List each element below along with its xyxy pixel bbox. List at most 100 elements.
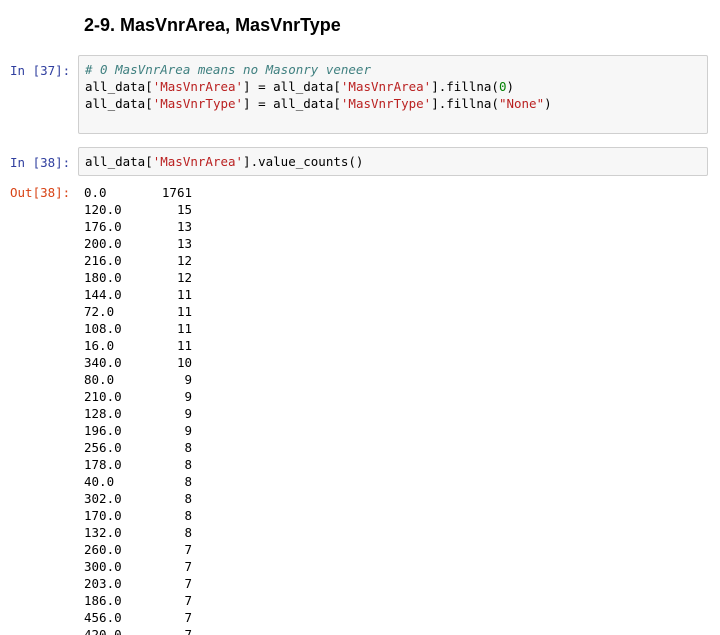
code-line: all_data['MasVnrArea'] = all_data['MasVn…: [85, 78, 701, 95]
value-count-row: 176.0 13: [84, 218, 192, 235]
value-count-row: 216.0 12: [84, 252, 192, 269]
code-token: ): [506, 79, 514, 94]
value-count-row: 186.0 7: [84, 592, 192, 609]
value-count-count: 10: [176, 355, 192, 370]
value-count-count: 7: [184, 627, 192, 635]
value-count-count: 9: [184, 423, 192, 438]
notebook-page: 2-9. MasVnrArea, MasVnrType In [37]: # 0…: [0, 0, 720, 635]
value-count-row: 456.0 7: [84, 609, 192, 626]
code-token: ] = all_data[: [243, 96, 341, 111]
value-count-row: 340.0 10: [84, 354, 192, 371]
value-count-key: 132.0: [84, 525, 122, 540]
code-cell-38[interactable]: all_data['MasVnrArea'].value_counts(): [78, 147, 708, 176]
value-count-key: 216.0: [84, 253, 122, 268]
value-count-key: 170.0: [84, 508, 122, 523]
code-token: all_data[: [85, 154, 153, 169]
value-count-count: 11: [176, 338, 192, 353]
value-count-key: 210.0: [84, 389, 122, 404]
code-token: ].fillna(: [431, 79, 499, 94]
value-count-count: 7: [184, 593, 192, 608]
value-count-row: 200.0 13: [84, 235, 192, 252]
code-token: all_data[: [85, 96, 153, 111]
value-count-key: 0.0: [84, 185, 107, 200]
value-count-count: 7: [184, 576, 192, 591]
code-token: 'MasVnrArea': [340, 79, 432, 94]
value-count-count: 12: [176, 253, 192, 268]
value-count-key: 120.0: [84, 202, 122, 217]
value-count-row: 128.0 9: [84, 405, 192, 422]
value-count-count: 8: [184, 457, 192, 472]
value-count-key: 456.0: [84, 610, 122, 625]
code-line: all_data['MasVnrType'] = all_data['MasVn…: [85, 95, 701, 112]
value-count-count: 7: [184, 559, 192, 574]
value-count-row: 302.0 8: [84, 490, 192, 507]
code-line: all_data['MasVnrArea'].value_counts(): [85, 153, 701, 170]
value-count-count: 1761: [161, 185, 192, 200]
value-count-count: 12: [176, 270, 192, 285]
value-count-row: 210.0 9: [84, 388, 192, 405]
code-token: 'MasVnrArea': [152, 154, 244, 169]
value-count-key: 176.0: [84, 219, 122, 234]
input-prompt-37: In [37]:: [10, 63, 71, 78]
code-token: 'MasVnrArea': [152, 79, 244, 94]
value-count-count: 9: [184, 406, 192, 421]
value-count-row: 0.0 1761: [84, 184, 192, 201]
output-prompt-38: Out[38]:: [10, 185, 71, 200]
value-counts-output: 0.0 1761 120.0 15 176.0 13 200.0 13 216.0 12 180.0…: [84, 184, 192, 635]
value-count-count: 8: [184, 491, 192, 506]
value-count-key: 260.0: [84, 542, 122, 557]
value-count-count: 7: [184, 542, 192, 557]
code-token: 'MasVnrType': [152, 96, 244, 111]
value-count-count: 8: [184, 525, 192, 540]
value-count-key: 300.0: [84, 559, 122, 574]
value-count-row: 120.0 15: [84, 201, 192, 218]
value-count-key: 128.0: [84, 406, 122, 421]
value-count-key: 180.0: [84, 270, 122, 285]
value-count-row: 132.0 8: [84, 524, 192, 541]
value-count-key: 72.0: [84, 304, 115, 319]
code-token: ): [544, 96, 552, 111]
value-count-row: 170.0 8: [84, 507, 192, 524]
code-cell-37[interactable]: # 0 MasVnrArea means no Masonry veneer al…: [78, 55, 708, 134]
code-token: "None": [498, 96, 545, 111]
value-count-row: 80.0 9: [84, 371, 192, 388]
code-token: all_data[: [85, 79, 153, 94]
value-count-count: 13: [176, 236, 192, 251]
value-count-key: 186.0: [84, 593, 122, 608]
value-count-row: 144.0 11: [84, 286, 192, 303]
value-count-row: 196.0 9: [84, 422, 192, 439]
value-count-key: 203.0: [84, 576, 122, 591]
code-token: 'MasVnrType': [340, 96, 432, 111]
input-prompt-38: In [38]:: [10, 155, 71, 170]
value-count-count: 8: [184, 508, 192, 523]
value-count-count: 8: [184, 474, 192, 489]
value-count-key: 196.0: [84, 423, 122, 438]
code-token: ] = all_data[: [243, 79, 341, 94]
value-count-row: 256.0 8: [84, 439, 192, 456]
value-count-row: 203.0 7: [84, 575, 192, 592]
value-count-count: 7: [184, 610, 192, 625]
value-count-row: 180.0 12: [84, 269, 192, 286]
value-count-key: 200.0: [84, 236, 122, 251]
value-count-count: 13: [176, 219, 192, 234]
value-count-key: 256.0: [84, 440, 122, 455]
value-count-key: 80.0: [84, 372, 115, 387]
code-token: # 0 MasVnrArea means no Masonry veneer: [85, 62, 371, 77]
value-count-key: 16.0: [84, 338, 115, 353]
section-heading: 2-9. MasVnrArea, MasVnrType: [84, 15, 341, 35]
code-token: ].fillna(: [431, 96, 499, 111]
value-count-key: 340.0: [84, 355, 122, 370]
value-count-count: 11: [176, 304, 192, 319]
value-count-row: 16.0 11: [84, 337, 192, 354]
value-count-count: 11: [176, 287, 192, 302]
value-count-row: 260.0 7: [84, 541, 192, 558]
value-count-key: 302.0: [84, 491, 122, 506]
value-count-count: 11: [176, 321, 192, 336]
code-token: ].value_counts(): [243, 154, 364, 169]
value-count-key: 178.0: [84, 457, 122, 472]
value-count-count: 9: [184, 372, 192, 387]
value-count-count: 9: [184, 389, 192, 404]
value-count-row: 72.0 11: [84, 303, 192, 320]
value-count-key: 420.0: [84, 627, 122, 635]
